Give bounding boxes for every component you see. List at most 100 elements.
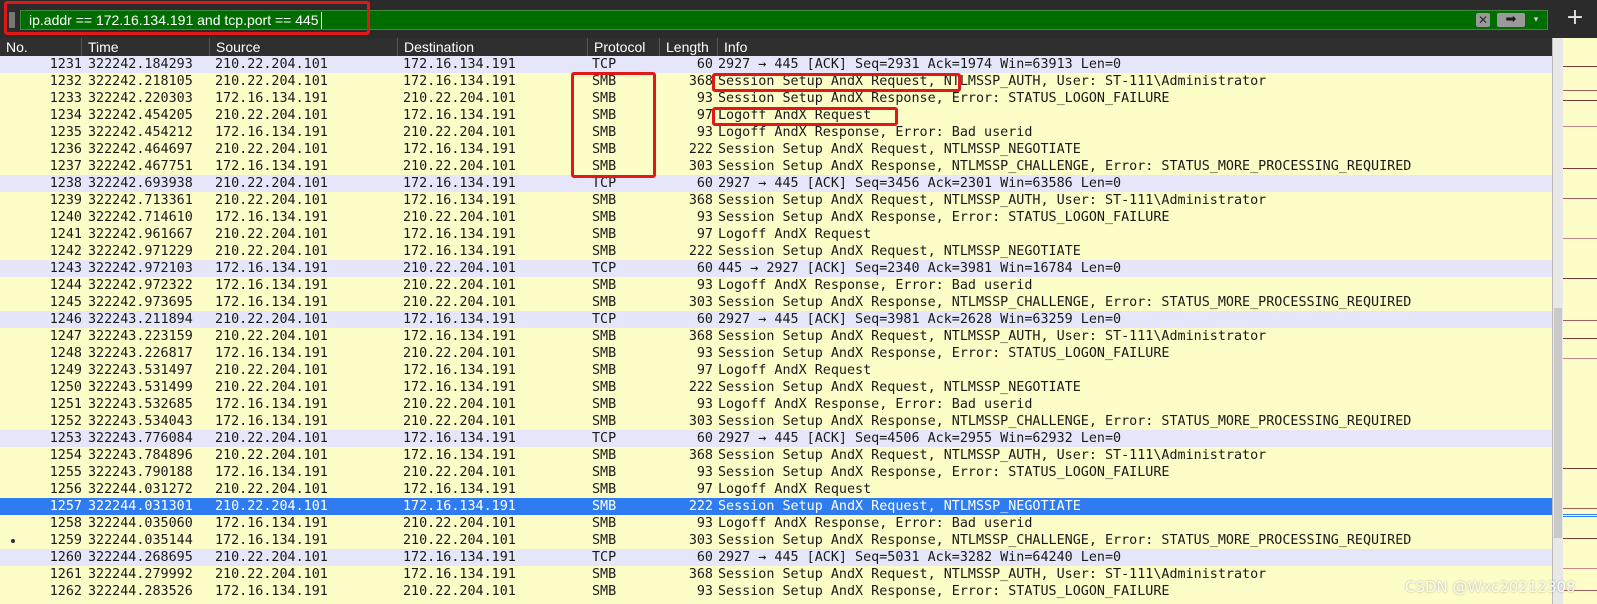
packet-row[interactable]: 1232 322242.218105 210.22.204.101 172.16.13…: [0, 73, 1552, 90]
packet-row[interactable]: 1260 322244.268695 210.22.204.101 172.16.13…: [0, 549, 1552, 566]
packet-row[interactable]: 1248 322243.226817 172.16.134.191 210.22.20…: [0, 345, 1552, 362]
packet-row[interactable]: 1235 322242.454212 172.16.134.191 210.22.20…: [0, 124, 1552, 141]
cell-source: 172.16.134.191: [215, 465, 328, 480]
packet-row[interactable]: 1239 322242.713361 210.22.204.101 172.16.13…: [0, 192, 1552, 209]
column-header-destination[interactable]: Destination: [398, 38, 588, 56]
minimap-marker: [1563, 568, 1597, 569]
cell-no: 1253: [49, 431, 82, 446]
cell-no: 1257: [49, 499, 82, 514]
packet-row[interactable]: 1244 322242.972322 172.16.134.191 210.22.20…: [0, 277, 1552, 294]
packet-list-scrollbar[interactable]: [1552, 38, 1563, 604]
column-header-protocol[interactable]: Protocol: [588, 38, 660, 56]
cell-length: 368: [688, 193, 713, 208]
cell-source: 172.16.134.191: [215, 159, 328, 174]
packet-row[interactable]: 1247 322243.223159 210.22.204.101 172.16.13…: [0, 328, 1552, 345]
packet-row[interactable]: 1249 322243.531497 210.22.204.101 172.16.13…: [0, 362, 1552, 379]
packet-row[interactable]: 1259 322244.035144 172.16.134.191 210.22.20…: [0, 532, 1552, 549]
cell-protocol: TCP: [592, 261, 617, 276]
cell-source: 210.22.204.101: [215, 380, 328, 395]
packet-row[interactable]: 1256 322244.031272 210.22.204.101 172.16.13…: [0, 481, 1552, 498]
cell-source: 210.22.204.101: [215, 74, 328, 89]
packet-row[interactable]: 1243 322242.972103 172.16.134.191 210.22.20…: [0, 260, 1552, 277]
cell-no: 1262: [49, 584, 82, 599]
column-header-info[interactable]: Info: [718, 38, 1552, 56]
packet-row[interactable]: 1255 322243.790188 172.16.134.191 210.22.20…: [0, 464, 1552, 481]
cell-time: 322242.220303: [88, 91, 193, 106]
cell-no: 1252: [49, 414, 82, 429]
cell-no: 1242: [49, 244, 82, 259]
cell-time: 322242.713361: [88, 193, 193, 208]
packet-row[interactable]: 1240 322242.714610 172.16.134.191 210.22.20…: [0, 209, 1552, 226]
packet-row[interactable]: 1238 322242.693938 210.22.204.101 172.16.13…: [0, 175, 1552, 192]
cell-destination: 210.22.204.101: [403, 346, 516, 361]
packet-row[interactable]: 1262 322244.283526 172.16.134.191 210.22.20…: [0, 583, 1552, 600]
cell-source: 210.22.204.101: [215, 567, 328, 582]
cell-info: Session Setup AndX Request, NTLMSSP_NEGO…: [718, 380, 1081, 395]
clear-filter-icon[interactable]: ✕: [1476, 13, 1490, 27]
cell-length: 97: [696, 227, 713, 242]
packet-row[interactable]: 1251 322243.532685 172.16.134.191 210.22.20…: [0, 396, 1552, 413]
column-header-no[interactable]: No.: [0, 38, 82, 56]
cell-source: 172.16.134.191: [215, 516, 328, 531]
display-filter-toolbar: ip.addr == 172.16.134.191 and tcp.port =…: [0, 0, 1597, 38]
packet-row[interactable]: 1242 322242.971229 210.22.204.101 172.16.13…: [0, 243, 1552, 260]
cell-time: 322244.031301: [88, 499, 193, 514]
cell-info: Session Setup AndX Response, Error: STAT…: [718, 210, 1170, 225]
cell-protocol: TCP: [592, 431, 617, 446]
cell-source: 210.22.204.101: [215, 550, 328, 565]
column-header-length[interactable]: Length: [660, 38, 718, 56]
cell-source: 172.16.134.191: [215, 584, 328, 599]
cell-length: 368: [688, 329, 713, 344]
packet-row[interactable]: 1236 322242.464697 210.22.204.101 172.16.13…: [0, 141, 1552, 158]
packet-list[interactable]: 1231 322242.184293 210.22.204.101 172.16.13…: [0, 56, 1552, 604]
packet-row[interactable]: 1241 322242.961667 210.22.204.101 172.16.13…: [0, 226, 1552, 243]
column-header-time[interactable]: Time: [82, 38, 210, 56]
cell-destination: 210.22.204.101: [403, 397, 516, 412]
apply-filter-icon[interactable]: ➡: [1497, 13, 1525, 27]
cell-length: 60: [696, 261, 713, 276]
cell-time: 322243.532685: [88, 397, 193, 412]
cell-info: Session Setup AndX Response, Error: STAT…: [718, 91, 1170, 106]
packet-row[interactable]: 1253 322243.776084 210.22.204.101 172.16.13…: [0, 430, 1552, 447]
cell-info: Session Setup AndX Response, NTLMSSP_CHA…: [718, 295, 1412, 310]
packet-list-minimap[interactable]: [1563, 38, 1597, 604]
minimap-marker: [1563, 516, 1597, 517]
bookmark-filter-icon[interactable]: [9, 12, 15, 28]
packet-row[interactable]: 1258 322244.035060 172.16.134.191 210.22.20…: [0, 515, 1552, 532]
watermark-text: CSDN @Wxc20212308: [1405, 578, 1576, 596]
packet-row[interactable]: 1234 322242.454205 210.22.204.101 172.16.13…: [0, 107, 1552, 124]
cell-protocol: SMB: [592, 584, 617, 599]
cell-source: 210.22.204.101: [215, 431, 328, 446]
cell-length: 97: [696, 363, 713, 378]
cell-info: Session Setup AndX Request, NTLMSSP_NEGO…: [718, 142, 1081, 157]
packet-row[interactable]: 1237 322242.467751 172.16.134.191 210.22.20…: [0, 158, 1552, 175]
packet-row[interactable]: 1231 322242.184293 210.22.204.101 172.16.13…: [0, 56, 1552, 73]
packet-row[interactable]: 1254 322243.784896 210.22.204.101 172.16.13…: [0, 447, 1552, 464]
add-filter-button-icon[interactable]: +: [1563, 6, 1587, 30]
packet-row[interactable]: 1252 322243.534043 172.16.134.191 210.22.20…: [0, 413, 1552, 430]
display-filter-input[interactable]: ip.addr == 172.16.134.191 and tcp.port =…: [20, 10, 1548, 30]
display-filter-text[interactable]: ip.addr == 172.16.134.191 and tcp.port =…: [29, 12, 322, 29]
cell-source: 172.16.134.191: [215, 533, 328, 548]
filter-history-dropdown-icon[interactable]: ▾: [1529, 12, 1543, 28]
packet-row-selected[interactable]: 1257 322244.031301 210.22.204.101 172.16.13…: [0, 498, 1552, 515]
cell-no: 1241: [49, 227, 82, 242]
cell-destination: 210.22.204.101: [403, 533, 516, 548]
cell-time: 322244.279992: [88, 567, 193, 582]
packet-row[interactable]: 1250 322243.531499 210.22.204.101 172.16.13…: [0, 379, 1552, 396]
cell-destination: 172.16.134.191: [403, 499, 516, 514]
packet-row[interactable]: 1233 322242.220303 172.16.134.191 210.22.20…: [0, 90, 1552, 107]
cell-protocol: SMB: [592, 516, 617, 531]
packet-row[interactable]: 1261 322244.279992 210.22.204.101 172.16.13…: [0, 566, 1552, 583]
packet-row[interactable]: 1246 322243.211894 210.22.204.101 172.16.13…: [0, 311, 1552, 328]
minimap-marker: [1563, 278, 1597, 279]
scrollbar-thumb[interactable]: [1554, 308, 1562, 538]
packet-row[interactable]: 1245 322242.973695 172.16.134.191 210.22.20…: [0, 294, 1552, 311]
cell-destination: 172.16.134.191: [403, 108, 516, 123]
cell-source: 172.16.134.191: [215, 397, 328, 412]
cell-protocol: SMB: [592, 397, 617, 412]
cell-source: 210.22.204.101: [215, 57, 328, 72]
cell-protocol: SMB: [592, 193, 617, 208]
cell-time: 322242.464697: [88, 142, 193, 157]
column-header-source[interactable]: Source: [210, 38, 398, 56]
